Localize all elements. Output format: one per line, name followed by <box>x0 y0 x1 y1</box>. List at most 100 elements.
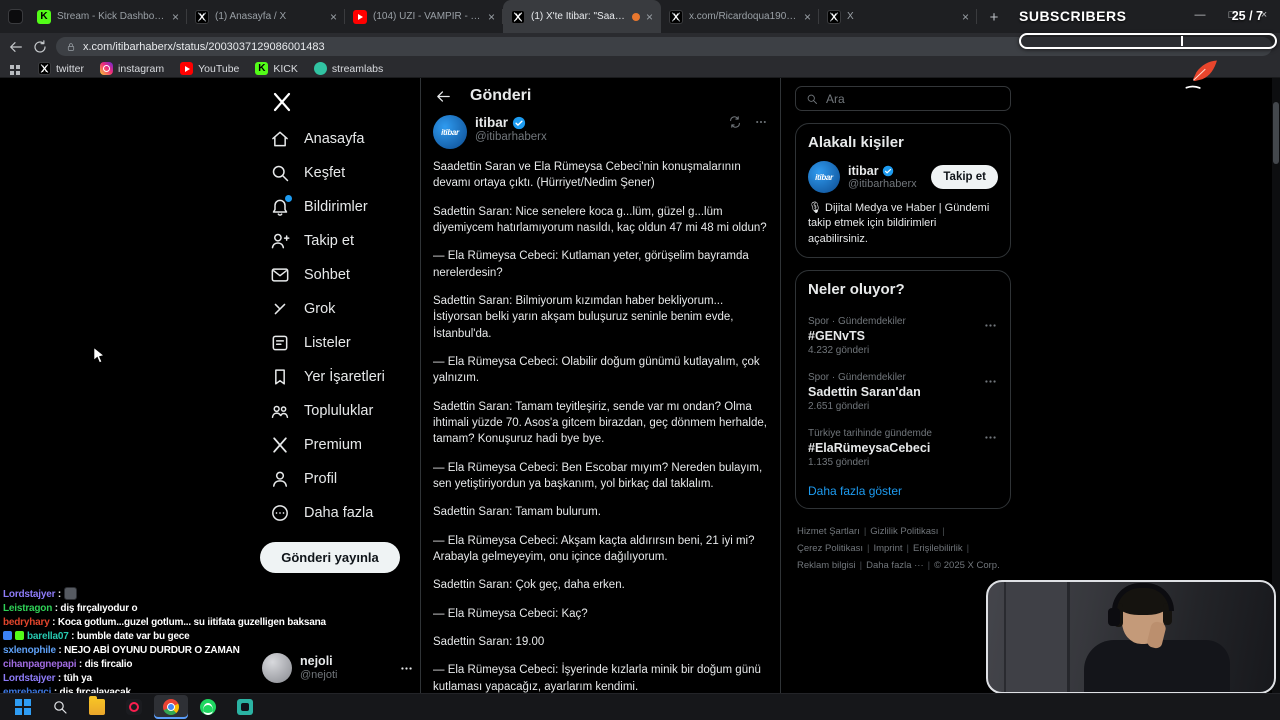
trend-item[interactable]: Türkiye tarihinde gündemde #ElaRümeysaCe… <box>808 420 998 476</box>
post-paragraph: Sadettin Saran: Tamam bulurum. <box>433 506 601 519</box>
sidebar-nav-item[interactable]: Keşfet <box>258 156 413 190</box>
mouse-cursor <box>93 346 106 365</box>
kick-icon <box>37 9 51 24</box>
sidebar-item-label: Anasayfa <box>304 131 365 147</box>
chat-message: sxlenophileNEJO ABİ OYUNU DURDUR O ZAMAN <box>3 645 343 656</box>
taskbar-item[interactable] <box>117 695 151 719</box>
sidebar-nav-item[interactable]: Bildirimler <box>258 190 413 224</box>
apps-grid-icon[interactable] <box>10 64 14 69</box>
taskbar-item[interactable] <box>191 695 225 719</box>
taskbar-item[interactable] <box>6 695 40 719</box>
search-box[interactable] <box>795 86 1011 111</box>
browser-tab[interactable]: X × <box>819 0 977 33</box>
sidebar-nav-item[interactable]: Grok <box>258 292 413 326</box>
browser-tab[interactable]: (1) Anasayfa / X × <box>187 0 345 33</box>
x-icon <box>38 62 51 75</box>
browser-logo-icon[interactable] <box>8 9 23 24</box>
footer-link[interactable]: Çerez Politikası <box>797 540 873 557</box>
sidebar-nav-item[interactable]: Topluluklar <box>258 394 413 428</box>
post-button[interactable]: Gönderi yayınla <box>260 542 400 573</box>
taskbar-item[interactable] <box>80 695 114 719</box>
back-arrow-icon[interactable] <box>435 88 452 105</box>
trend-more-icon[interactable] <box>983 374 998 389</box>
footer-link[interactable]: Imprint <box>873 540 913 557</box>
list-icon <box>270 333 290 353</box>
sidebar-nav-item[interactable]: Anasayfa <box>258 122 413 156</box>
lock-icon <box>66 42 76 52</box>
post-paragraph: Sadettin Saran: Tamam teyitleşiriz, send… <box>433 400 767 446</box>
browser-tab[interactable]: x.com/Ricardoqua1903/status/ × <box>661 0 819 33</box>
person-icon <box>270 469 290 489</box>
x-icon <box>270 435 290 455</box>
post-paragraph: — Ela Rümeysa Cebeci: Olabilir doğum gün… <box>433 355 760 385</box>
footer-link[interactable]: Hizmet Şartları <box>797 523 870 540</box>
bookmark-item[interactable]: instagram <box>100 62 164 75</box>
search-icon <box>806 93 818 105</box>
sidebar-nav-item[interactable]: Listeler <box>258 326 413 360</box>
refresh-icon[interactable] <box>32 39 48 55</box>
tab-close-icon[interactable]: × <box>646 10 653 24</box>
scrollbar-thumb[interactable] <box>1273 102 1279 164</box>
footer-link[interactable]: Daha fazla ··· <box>866 557 934 574</box>
bookmark-item[interactable]: KICK <box>255 62 298 75</box>
explorer-icon <box>89 696 105 715</box>
tab-label: (104) UZI - VAMPIR - YouTube <box>373 11 482 22</box>
browser-tab[interactable]: (1) X'te İtibar: "Saadettin Saran × <box>503 0 661 33</box>
tab-close-icon[interactable]: × <box>962 10 969 24</box>
footer-link[interactable]: © 2025 X Corp. <box>934 557 1000 574</box>
new-tab-button[interactable]: + <box>981 4 1007 30</box>
post-paragraph: — Ela Rümeysa Cebeci: Kutlaman yeter, gö… <box>433 250 749 279</box>
sidebar-nav-item[interactable]: Yer İşaretleri <box>258 360 413 394</box>
chat-message: Lordstajyer <box>3 587 343 600</box>
sidebar-nav-item[interactable]: Sohbet <box>258 258 413 292</box>
bookmark-item[interactable]: YouTube <box>180 62 239 75</box>
show-more-link[interactable]: Daha fazla göster <box>808 484 998 498</box>
browser-tab[interactable]: Stream - Kick Dashboard × <box>29 0 187 33</box>
sidebar-nav-item[interactable]: Profil <box>258 462 413 496</box>
trend-item[interactable]: Spor · Gündemdekiler #GENvTS 4.232 gönde… <box>808 308 998 364</box>
bookmark-item[interactable]: twitter <box>38 62 84 75</box>
trend-more-icon[interactable] <box>983 318 998 333</box>
footer-link[interactable]: Gizlilik Politikası <box>870 523 949 540</box>
tab-close-icon[interactable]: × <box>172 10 179 24</box>
bookmark-label: twitter <box>56 62 85 75</box>
home-icon <box>270 129 290 149</box>
tab-label: X <box>847 11 854 22</box>
sidebar-nav-item[interactable]: Daha fazla <box>258 496 413 530</box>
more-icon <box>270 503 290 523</box>
author-name[interactable]: itibar <box>475 115 508 130</box>
sidebar-nav-item[interactable]: Premium <box>258 428 413 462</box>
grok-actions-icon[interactable] <box>728 115 742 129</box>
chat-message: bedryharyKoca gotlum...guzel gotlum... s… <box>3 617 343 628</box>
related-user-row[interactable]: itibar itibar @itibarhaberx Takip et <box>808 161 998 193</box>
bookmark-label: instagram <box>118 62 165 75</box>
quill-pen-icon <box>1184 54 1220 95</box>
taskbar-item[interactable] <box>43 695 77 719</box>
trend-more-icon[interactable] <box>983 430 998 445</box>
tab-close-icon[interactable]: × <box>804 10 811 24</box>
avatar[interactable]: itibar <box>433 115 467 149</box>
related-people-card: Alakalı kişiler itibar itibar @itibarhab… <box>795 123 1011 259</box>
post-more-icon[interactable] <box>754 115 768 129</box>
post-paragraph: Sadettin Saran: Nice senelere koca g...l… <box>433 205 767 234</box>
bookmarks-bar: twitter instagram YouTube KICK <box>0 60 1280 78</box>
tab-close-icon[interactable]: × <box>488 10 495 24</box>
taskbar-item[interactable] <box>154 695 188 719</box>
bookmark-item[interactable]: streamlabs <box>313 62 383 75</box>
footer-link[interactable]: Erişilebilirlik <box>913 540 973 557</box>
taskbar-item[interactable] <box>228 695 262 719</box>
search-input[interactable] <box>826 91 1000 106</box>
trend-category: Türkiye tarihinde gündemde <box>808 428 932 440</box>
browser-tab[interactable]: (104) UZI - VAMPIR - YouTube × <box>345 0 503 33</box>
account-more-icon[interactable] <box>399 661 414 676</box>
related-user-name[interactable]: itibar <box>848 164 879 178</box>
chat-username: barella07 <box>27 631 77 642</box>
x-logo-icon[interactable] <box>270 90 294 114</box>
back-icon[interactable] <box>8 39 24 55</box>
sidebar-nav-item[interactable]: Takip et <box>258 224 413 258</box>
chat-message: cihanpagnepapidis fircalio <box>3 659 343 670</box>
follow-button[interactable]: Takip et <box>931 165 998 189</box>
tab-close-icon[interactable]: × <box>330 10 337 24</box>
trend-item[interactable]: Spor · Gündemdekiler Sadettin Saran'dan … <box>808 364 998 420</box>
footer-link[interactable]: Reklam bilgisi <box>797 557 866 574</box>
